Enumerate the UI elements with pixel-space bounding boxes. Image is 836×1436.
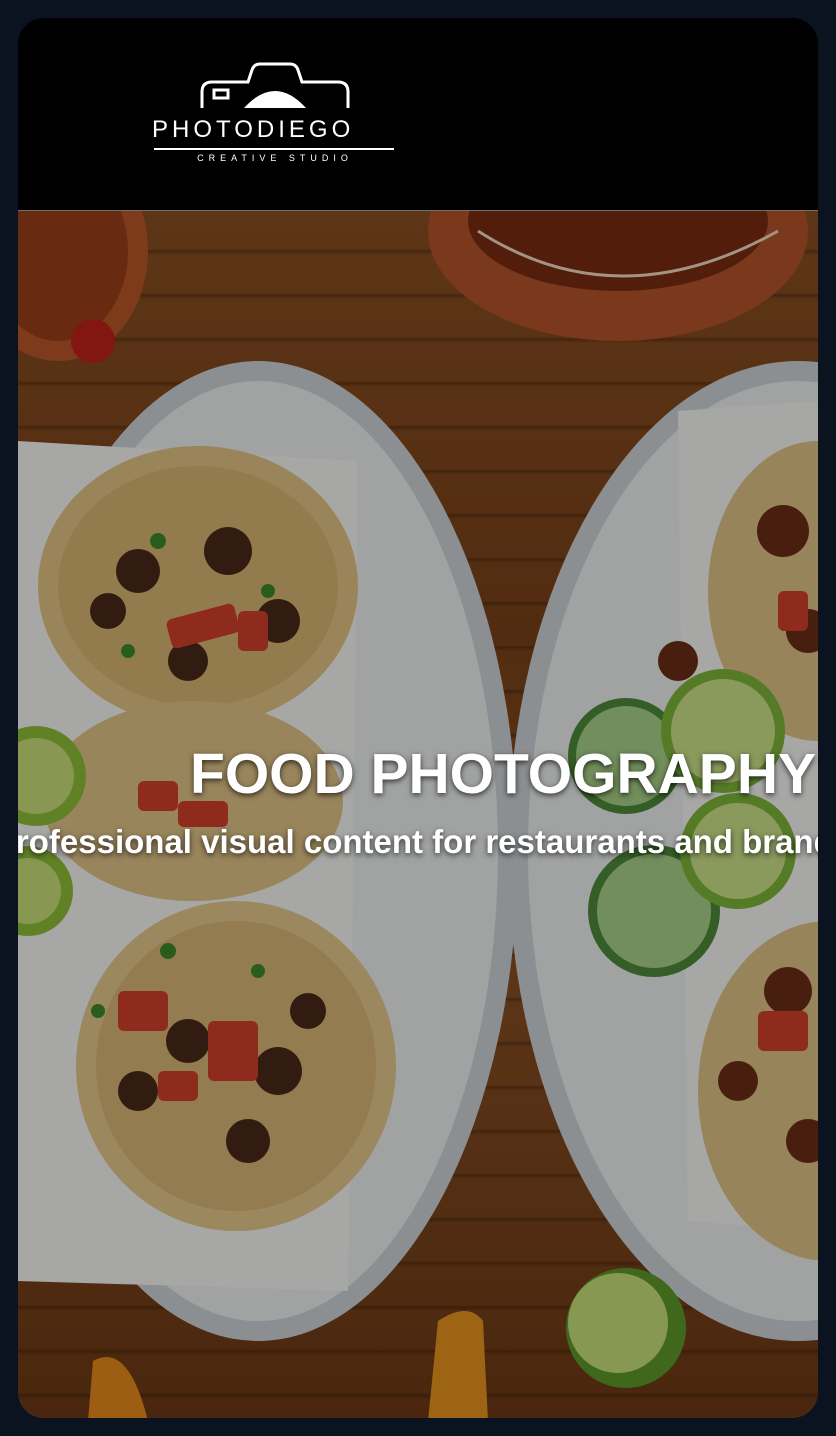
hero-subtitle: Professional visual content for restaura…	[18, 823, 818, 860]
brand-tagline: CREATIVE STUDIO	[197, 153, 353, 163]
camera-logo-icon	[200, 62, 350, 108]
brand-name: PHOTODIEGO	[152, 116, 355, 143]
logo-divider	[154, 148, 394, 150]
brand-logo[interactable]: PHOTODIEGO CREATIVE STUDIO	[152, 58, 398, 168]
app-frame: PHOTODIEGO CREATIVE STUDIO FOOD PHOTOGRA…	[18, 18, 818, 1418]
hero-banner: FOOD PHOTOGRAPHY Professional visual con…	[18, 211, 818, 1418]
site-header: PHOTODIEGO CREATIVE STUDIO	[18, 18, 818, 211]
hero-title: FOOD PHOTOGRAPHY	[190, 742, 816, 806]
